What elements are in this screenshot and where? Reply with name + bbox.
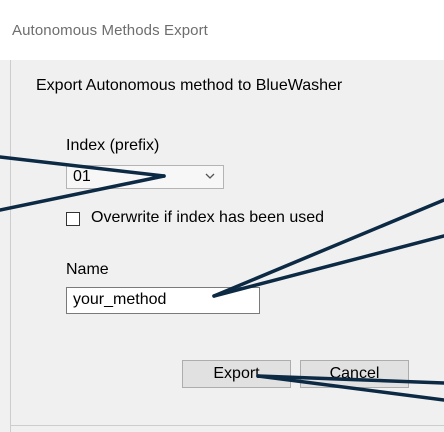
name-input-value: your_method <box>73 291 167 308</box>
index-dropdown[interactable]: 01 <box>66 165 224 189</box>
chevron-down-icon[interactable] <box>205 171 215 181</box>
section-title: Export Autonomous method to BlueWasher <box>36 77 343 94</box>
title-bar: Autonomous Methods Export <box>0 0 444 60</box>
index-label: Index (prefix) <box>66 137 160 154</box>
index-dropdown-value: 01 <box>73 168 91 185</box>
window-title: Autonomous Methods Export <box>12 22 208 39</box>
name-label: Name <box>66 261 109 278</box>
overwrite-checkbox[interactable] <box>66 212 80 226</box>
cancel-button[interactable]: Cancel <box>300 360 409 388</box>
name-input[interactable]: your_method <box>66 287 260 314</box>
window-border-left <box>10 60 11 432</box>
overwrite-checkbox-label[interactable]: Overwrite if index has been used <box>91 209 324 227</box>
export-dialog: Autonomous Methods Export Export Autonom… <box>0 0 444 432</box>
export-button[interactable]: Export <box>182 360 291 388</box>
window-border-bottom <box>10 425 444 426</box>
